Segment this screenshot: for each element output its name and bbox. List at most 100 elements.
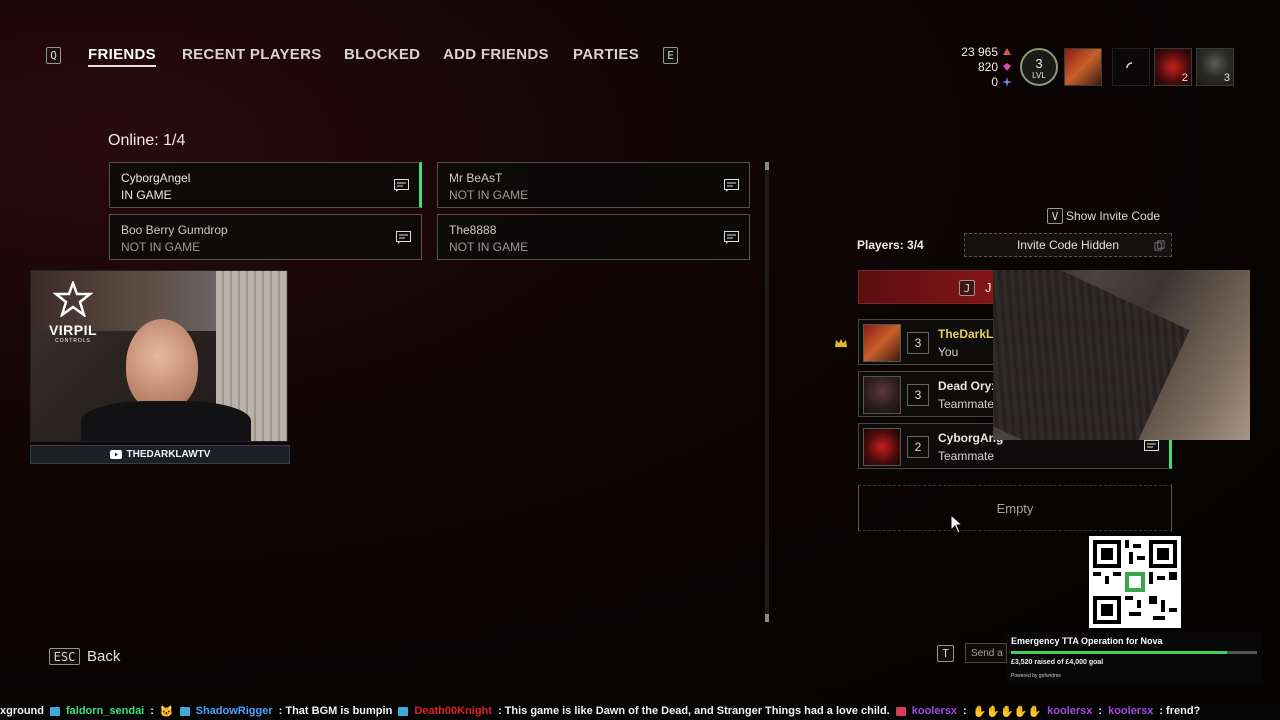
empty-slot[interactable]: Empty (858, 485, 1172, 531)
scrollbar-bottom-cap (765, 614, 769, 622)
player-level-value: 3 (1035, 56, 1043, 71)
invite-code-field[interactable]: Invite Code Hidden (964, 233, 1172, 257)
party-thumb-2-badge: 2 (1181, 72, 1188, 84)
online-count-label: Online: 1/4 (108, 132, 186, 149)
player-level-badge[interactable]: 3 LVL (1020, 48, 1058, 86)
gem-icon (1003, 63, 1011, 71)
join-key: J (959, 280, 975, 296)
chat-message: : (1098, 705, 1103, 717)
member-avatar (863, 376, 901, 414)
friend-status: IN GAME (121, 188, 172, 202)
webcam-person-head (126, 319, 198, 411)
friend-name: Mr BeAsT (449, 171, 503, 185)
chat-username: Death00Knight (414, 705, 492, 717)
friends-scrollbar[interactable] (765, 162, 769, 622)
virpil-logo: VIRPIL CONTROLS (41, 279, 105, 344)
qr-code-pattern (1093, 540, 1177, 624)
twitch-icon (895, 706, 906, 716)
prev-tab-key[interactable]: Q (46, 47, 61, 64)
donation-raised: £3,520 raised of £4,000 goal (1011, 659, 1104, 666)
tab-parties[interactable]: PARTIES (573, 46, 639, 63)
friend-card[interactable]: Boo Berry Gumdrop NOT IN GAME (109, 214, 422, 260)
member-name: TheDarkLa (938, 327, 1001, 341)
donation-progress-fill (1011, 651, 1228, 654)
friend-card[interactable]: The8888 NOT IN GAME (437, 214, 750, 260)
show-invite-label: Show Invite Code (1066, 209, 1161, 223)
back-label: Back (87, 648, 121, 665)
currency-scrap-value: 23 965 (961, 45, 998, 59)
players-count-label: Players: 3/4 (857, 238, 924, 252)
next-tab-key[interactable]: E (663, 47, 678, 64)
show-invite-code-button[interactable]: V Show Invite Code (1047, 208, 1160, 224)
chat-message: : (963, 705, 967, 717)
empty-slot-label: Empty (996, 500, 1034, 516)
member-role: Teammate (938, 449, 995, 463)
party-thumb-1[interactable] (1064, 48, 1102, 86)
message-icon[interactable] (724, 231, 739, 244)
message-icon[interactable] (396, 231, 411, 244)
virpil-star-icon (52, 279, 94, 319)
friend-card[interactable]: Mr BeAsT NOT IN GAME (437, 162, 750, 208)
show-invite-key: V (1047, 208, 1063, 224)
friend-status: NOT IN GAME (449, 240, 529, 254)
copy-icon[interactable] (1154, 240, 1165, 251)
currency-gem: 820 (978, 60, 1012, 74)
member-role: Teammate (938, 397, 995, 411)
youtube-icon (109, 450, 122, 459)
scrap-icon (1003, 48, 1011, 55)
tab-friends[interactable]: FRIENDS (88, 46, 156, 67)
channel-nameplate: THEDARKLAWTV (30, 445, 290, 464)
donation-widget[interactable]: Emergency TTA Operation for Nova £3,520 … (1007, 632, 1263, 684)
send-message-input[interactable]: Send a (965, 643, 1007, 663)
chat-message: : frend? (1159, 705, 1201, 717)
donation-progress-track (1011, 651, 1257, 654)
party-thumb-3[interactable]: 3 (1196, 48, 1234, 86)
party-thumb-loading[interactable] (1112, 48, 1150, 86)
member-avatar (863, 324, 901, 362)
chat-message: : This game is like Dawn of the Dead, an… (497, 705, 890, 717)
stream-chat-ticker: xground faldorn_sendai : 🐱 ShadowRigger … (0, 702, 1280, 720)
chat-username: koolersx (911, 705, 957, 717)
message-icon[interactable] (394, 179, 409, 192)
back-button[interactable]: ESC Back (49, 648, 120, 665)
friend-status: NOT IN GAME (449, 188, 529, 202)
friend-status: NOT IN GAME (121, 240, 201, 254)
invite-code-label: Invite Code Hidden (1016, 238, 1120, 252)
member-role: You (938, 345, 959, 359)
tab-recent-players[interactable]: RECENT PLAYERS (182, 46, 322, 63)
member-level: 3 (907, 384, 929, 406)
player-level-label: LVL (1032, 71, 1046, 80)
friend-card[interactable]: CyborgAngel IN GAME (109, 162, 422, 208)
member-level: 2 (907, 436, 929, 458)
currency-gem-value: 820 (977, 60, 998, 74)
chat-message: : That BGM is bumpin (278, 705, 393, 717)
friend-name: Boo Berry Gumdrop (121, 223, 228, 237)
twitch-icon (398, 706, 409, 716)
message-icon[interactable] (724, 179, 739, 192)
secondary-webcam-fabric (993, 270, 1190, 440)
twitch-icon (50, 706, 60, 716)
join-label: J (985, 280, 992, 295)
loading-spinner-icon (1126, 62, 1133, 69)
donation-qr-code[interactable] (1089, 536, 1181, 628)
member-level: 3 (907, 332, 929, 354)
friend-name: CyborgAngel (121, 171, 191, 185)
donation-powered: Powered by gofundme (1011, 673, 1062, 679)
virpil-brand: VIRPIL (48, 322, 98, 338)
chat-username: faldorn_sendai (66, 705, 145, 717)
crystal-icon (1002, 77, 1012, 87)
mouse-cursor-icon (950, 514, 964, 534)
tab-add-friends[interactable]: ADD FRIENDS (443, 46, 549, 63)
donation-title: Emergency TTA Operation for Nova (1011, 636, 1163, 646)
twitch-icon (179, 706, 190, 716)
chat-key[interactable]: T (937, 645, 954, 662)
chat-username: koolersx (1108, 705, 1154, 717)
emote-icon: 🐱 (159, 705, 174, 718)
party-thumb-2[interactable]: 2 (1154, 48, 1192, 86)
currency-crystal: 0 (991, 75, 1012, 89)
tab-blocked[interactable]: BLOCKED (344, 46, 420, 63)
friend-name: The8888 (449, 223, 497, 237)
message-icon[interactable] (1144, 440, 1159, 453)
chat-message: : (150, 705, 154, 717)
streamer-webcam: VIRPIL CONTROLS (30, 270, 288, 442)
